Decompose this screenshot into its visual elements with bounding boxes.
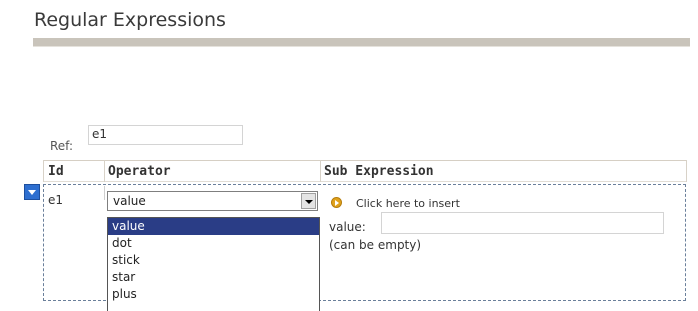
column-header-operator: Operator — [108, 164, 171, 179]
table-header-rule — [43, 181, 687, 182]
operator-select[interactable]: value — [107, 191, 318, 211]
title-underline-bar — [33, 38, 690, 46]
page-title: Regular Expressions — [34, 9, 226, 31]
ref-label: Ref: — [50, 139, 74, 153]
operator-dropdown-list[interactable]: value dot stick star plus — [107, 217, 320, 311]
operator-selected-value: value — [113, 194, 146, 208]
title-divider — [33, 46, 690, 47]
collapse-toggle-icon[interactable] — [24, 184, 40, 200]
insert-arrow-icon[interactable] — [331, 197, 342, 208]
dropdown-arrow-icon[interactable] — [301, 193, 316, 209]
dropdown-option-star[interactable]: star — [108, 269, 319, 286]
dropdown-option-stick[interactable]: stick — [108, 252, 319, 269]
value-hint: (can be empty) — [329, 238, 422, 252]
value-label: value: — [329, 220, 366, 234]
value-input[interactable] — [381, 212, 664, 234]
column-header-id: Id — [48, 164, 64, 179]
column-divider — [320, 160, 321, 182]
dropdown-option-dot[interactable]: dot — [108, 235, 319, 252]
insert-link[interactable]: Click here to insert — [356, 197, 460, 210]
column-divider — [43, 160, 44, 182]
dropdown-option-value[interactable]: value — [108, 218, 319, 235]
column-divider — [686, 160, 687, 182]
cell-divider — [104, 186, 105, 200]
column-header-sub-expression: Sub Expression — [324, 164, 434, 179]
column-divider — [104, 160, 105, 182]
ref-input[interactable]: e1 — [88, 125, 243, 145]
row-id: e1 — [48, 193, 64, 207]
dropdown-option-plus[interactable]: plus — [108, 286, 319, 303]
table-top-rule — [43, 160, 687, 161]
